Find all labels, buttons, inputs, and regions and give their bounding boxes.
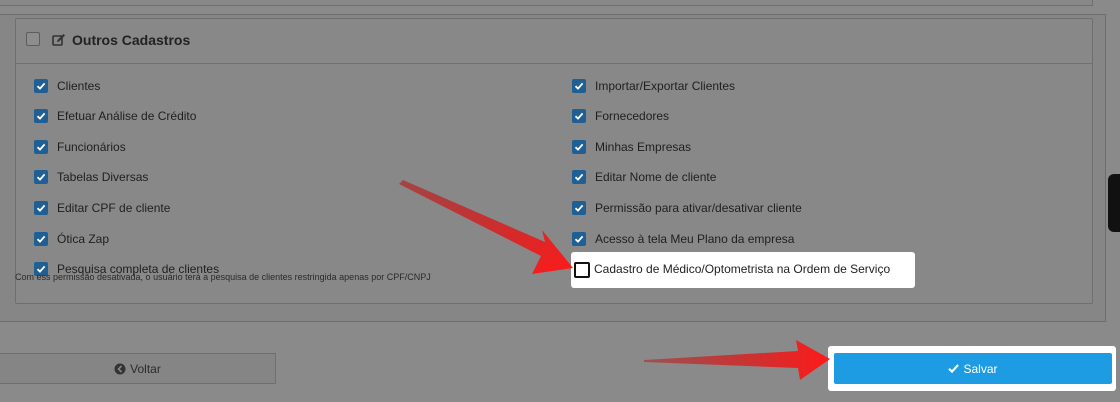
- section-header: Outros Cadastros: [16, 19, 1092, 64]
- side-tab-handle[interactable]: [1108, 174, 1120, 232]
- permission-item[interactable]: Editar Nome de cliente: [572, 169, 716, 185]
- permission-label: Clientes: [57, 79, 101, 93]
- permission-item[interactable]: Acesso à tela Meu Plano da empresa: [572, 231, 794, 247]
- checkbox-checked[interactable]: [572, 140, 586, 154]
- checkbox-checked[interactable]: [572, 201, 586, 215]
- check-icon: [36, 235, 46, 243]
- back-button-label: Voltar: [130, 361, 161, 376]
- checkbox-checked[interactable]: [572, 109, 586, 123]
- permission-label: Ótica Zap: [57, 232, 110, 246]
- checkbox-checked[interactable]: [34, 140, 48, 154]
- permission-note: Com ess permissão desativada, o usuário …: [15, 272, 431, 282]
- permission-item[interactable]: Permissão para ativar/desativar cliente: [572, 200, 802, 216]
- checkbox-checked[interactable]: [34, 232, 48, 246]
- save-button-label: Salvar: [963, 361, 998, 376]
- permission-label: Funcionários: [57, 140, 126, 154]
- permission-label-medico: Cadastro de Médico/Optometrista na Ordem…: [594, 262, 891, 276]
- select-all-checkbox[interactable]: [26, 32, 40, 46]
- check-icon: [948, 364, 960, 374]
- back-button[interactable]: Voltar: [0, 353, 276, 384]
- check-icon: [574, 173, 584, 181]
- checkbox-checked[interactable]: [34, 201, 48, 215]
- permission-label: Editar CPF de cliente: [57, 201, 171, 215]
- permission-item[interactable]: Efetuar Análise de Crédito: [34, 108, 196, 124]
- check-icon: [36, 82, 46, 90]
- permission-label: Acesso à tela Meu Plano da empresa: [595, 232, 795, 246]
- permission-label: Minhas Empresas: [595, 140, 692, 154]
- permission-label: Efetuar Análise de Crédito: [57, 109, 197, 123]
- permission-item[interactable]: Clientes: [34, 78, 100, 94]
- check-icon: [574, 235, 584, 243]
- permission-label: Importar/Exportar Clientes: [595, 79, 736, 93]
- checkbox-checked[interactable]: [34, 79, 48, 93]
- check-icon: [574, 143, 584, 151]
- check-icon: [574, 112, 584, 120]
- permission-item[interactable]: Editar CPF de cliente: [34, 200, 170, 216]
- checkbox-checked[interactable]: [34, 109, 48, 123]
- checkbox-checked[interactable]: [572, 232, 586, 246]
- permission-item[interactable]: Funcionários: [34, 139, 126, 155]
- annotation-arrow-save: [644, 340, 830, 380]
- upper-panel-edge: [0, 0, 1093, 6]
- edit-icon: [52, 34, 65, 46]
- checkbox-unchecked[interactable]: [574, 262, 590, 278]
- arrow-circle-left-icon: [114, 363, 126, 374]
- permission-item[interactable]: Ótica Zap: [34, 231, 109, 247]
- permission-label: Permissão para ativar/desativar cliente: [595, 201, 802, 215]
- save-button[interactable]: Salvar: [834, 353, 1112, 384]
- check-icon: [574, 82, 584, 90]
- permission-item[interactable]: Tabelas Diversas: [34, 169, 148, 185]
- permission-label: Editar Nome de cliente: [595, 170, 717, 184]
- check-icon: [574, 204, 584, 212]
- permission-item[interactable]: Fornecedores: [572, 108, 669, 124]
- check-icon: [36, 112, 46, 120]
- permission-item[interactable]: Minhas Empresas: [572, 139, 691, 155]
- check-icon: [36, 143, 46, 151]
- permission-item[interactable]: Importar/Exportar Clientes: [572, 78, 735, 94]
- checkbox-checked[interactable]: [34, 170, 48, 184]
- permission-label: Fornecedores: [595, 109, 670, 123]
- checkbox-checked[interactable]: [572, 170, 586, 184]
- check-icon: [36, 204, 46, 212]
- check-icon: [36, 173, 46, 181]
- section-title: Outros Cadastros: [72, 32, 191, 48]
- checkbox-checked[interactable]: [572, 79, 586, 93]
- permission-label: Tabelas Diversas: [57, 170, 149, 184]
